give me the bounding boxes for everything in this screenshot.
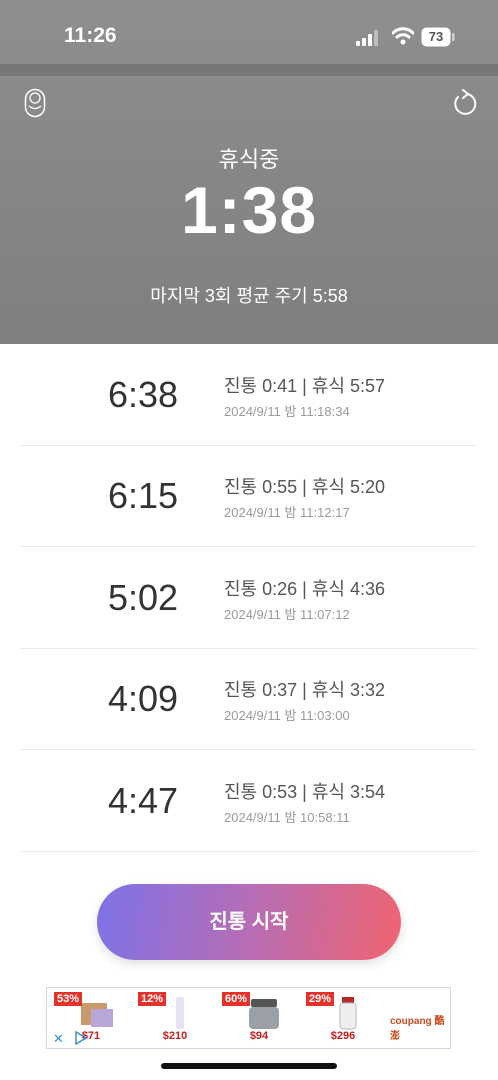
row-detail: 진통 0:53 | 휴식 3:54 (224, 782, 385, 802)
battery-level: 73 (428, 29, 444, 44)
contraction-row[interactable]: 4:47 진통 0:53 | 휴식 3:54 2024/9/11 밤 10:58… (20, 750, 478, 852)
refresh-icon[interactable] (451, 89, 478, 118)
row-timestamp: 2024/9/11 밤 11:12:17 (224, 505, 350, 520)
ad-close-icon[interactable]: ✕ (53, 1031, 64, 1047)
contraction-row[interactable]: 6:15 진통 0:55 | 휴식 5:20 2024/9/11 밤 11:12… (20, 445, 478, 547)
header: 11:26 73 휴식중 1:38 마지막 3회 평균 주기 5:58 (0, 0, 498, 344)
ad-price: $296 (330, 1030, 356, 1042)
row-detail: 진통 0:26 | 휴식 4:36 (224, 579, 385, 599)
battery-icon: 73 (421, 27, 455, 47)
contraction-list[interactable]: 6:38 진통 0:41 | 휴식 5:57 2024/9/11 밤 11:18… (0, 344, 498, 1080)
row-timestamp: 2024/9/11 밤 11:07:12 (224, 607, 350, 622)
discount-badge: 29% (306, 992, 335, 1006)
cellular-signal-icon (356, 30, 378, 46)
discount-badge: 60% (222, 992, 251, 1006)
row-detail: 진통 0:55 | 휴식 5:20 (224, 477, 385, 497)
ad-price: $94 (249, 1030, 269, 1042)
row-interval: 6:38 (108, 374, 179, 415)
row-interval: 4:09 (108, 678, 179, 719)
ad-item[interactable]: 60% $94 (219, 990, 299, 1046)
start-contraction-button[interactable]: 진통 시작 (97, 884, 401, 960)
product-jar-image (249, 999, 279, 1029)
discount-badge: 53% (54, 992, 83, 1006)
product-tube-image (176, 997, 184, 1029)
status-bar: 11:26 73 (0, 0, 498, 64)
row-interval: 5:02 (108, 577, 179, 618)
status-time: 11:26 (64, 24, 117, 47)
ad-choices-icon[interactable] (75, 1031, 87, 1045)
row-timestamp: 2024/9/11 밤 11:18:34 (224, 404, 350, 419)
row-interval: 6:15 (108, 475, 179, 516)
ad-banner[interactable]: 53% $71 12% $210 60% $94 29% $296 coupan… (46, 987, 451, 1049)
row-interval: 4:47 (108, 780, 179, 821)
rest-status-label: 휴식중 (218, 147, 280, 172)
main-timer: 1:38 (180, 173, 318, 247)
contraction-row[interactable]: 6:38 진통 0:41 | 휴식 5:57 2024/9/11 밤 11:18… (20, 344, 478, 446)
wifi-icon (392, 27, 414, 45)
row-timestamp: 2024/9/11 밤 11:03:00 (224, 708, 350, 723)
baby-icon[interactable] (24, 88, 46, 118)
header-divider (0, 64, 498, 76)
contraction-row[interactable]: 4:09 진통 0:37 | 휴식 3:32 2024/9/11 밤 11:03… (20, 648, 478, 750)
product-box-image (81, 1003, 113, 1027)
row-timestamp: 2024/9/11 밤 10:58:11 (224, 810, 350, 825)
ad-price: $210 (162, 1030, 188, 1042)
average-cycle-text: 마지막 3회 평균 주기 5:58 (150, 286, 348, 306)
ad-item[interactable]: 29% $296 (303, 990, 383, 1046)
contraction-row[interactable]: 5:02 진통 0:26 | 휴식 4:36 2024/9/11 밤 11:07… (20, 547, 478, 649)
coupang-logo: coupang 酷澎 (390, 1016, 445, 1042)
ad-item[interactable]: 12% $210 (135, 990, 215, 1046)
row-detail: 진통 0:37 | 휴식 3:32 (224, 680, 385, 700)
product-bottle-image (339, 997, 357, 1030)
discount-badge: 12% (138, 992, 167, 1006)
row-detail: 진통 0:41 | 휴식 5:57 (224, 376, 385, 396)
home-indicator (161, 1063, 337, 1069)
